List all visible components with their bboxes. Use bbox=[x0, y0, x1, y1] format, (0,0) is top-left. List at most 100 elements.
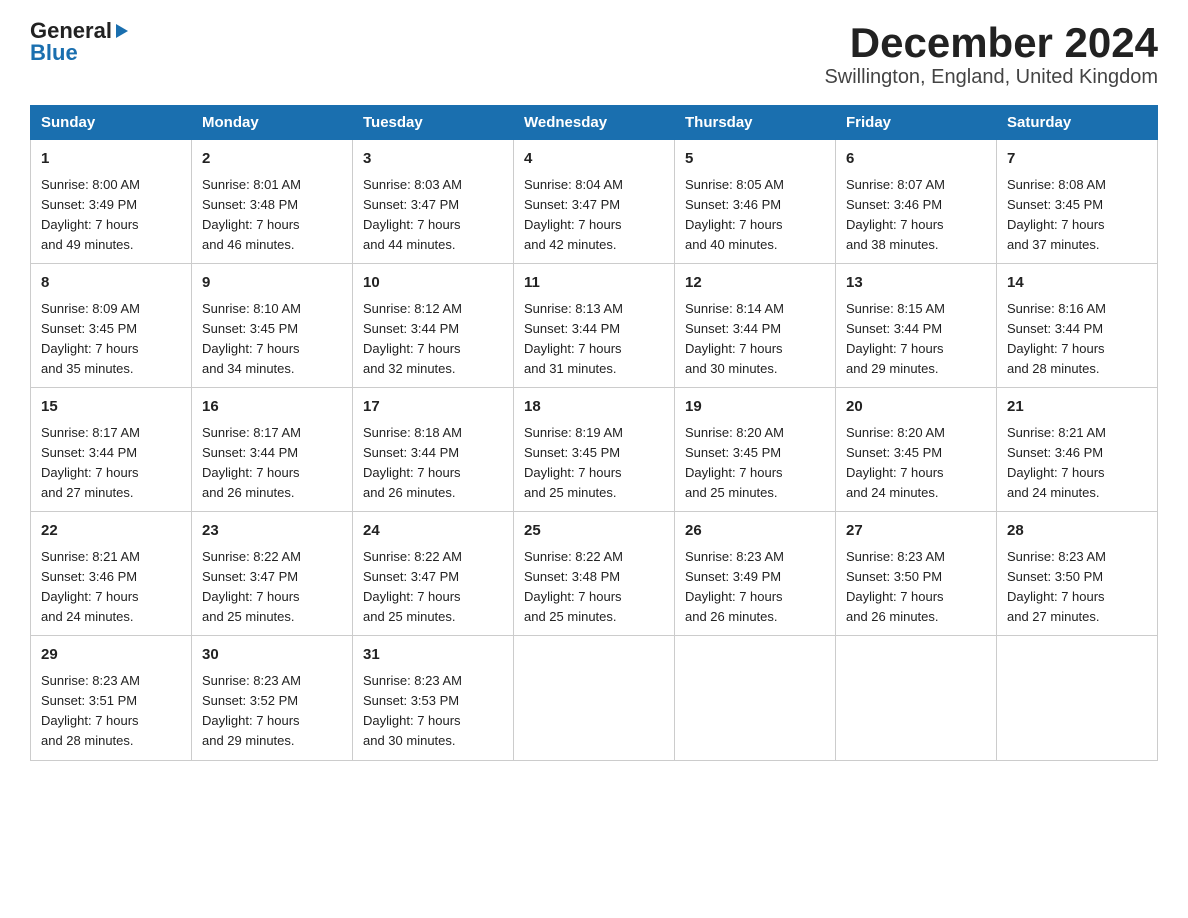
day-number: 28 bbox=[1007, 520, 1147, 543]
day-number: 1 bbox=[41, 148, 181, 171]
day-number: 3 bbox=[363, 148, 503, 171]
day-info: Sunrise: 8:20 AMSunset: 3:45 PMDaylight:… bbox=[685, 423, 825, 504]
calendar-cell: 28 Sunrise: 8:23 AMSunset: 3:50 PMDayligh… bbox=[997, 512, 1158, 636]
title-block: December 2024 Swillington, England, Unit… bbox=[824, 20, 1158, 89]
day-info: Sunrise: 8:23 AMSunset: 3:50 PMDaylight:… bbox=[846, 547, 986, 628]
day-number: 7 bbox=[1007, 148, 1147, 171]
day-info: Sunrise: 8:04 AMSunset: 3:47 PMDaylight:… bbox=[524, 175, 664, 256]
day-number: 26 bbox=[685, 520, 825, 543]
calendar-cell: 19 Sunrise: 8:20 AMSunset: 3:45 PMDayligh… bbox=[675, 388, 836, 512]
calendar-cell: 12Sunrise: 8:14 AMSunset: 3:44 PMDayligh… bbox=[675, 264, 836, 388]
day-info: Sunrise: 8:16 AMSunset: 3:44 PMDaylight:… bbox=[1007, 299, 1147, 380]
day-number: 21 bbox=[1007, 396, 1147, 419]
day-number: 30 bbox=[202, 644, 342, 667]
day-number: 15 bbox=[41, 396, 181, 419]
calendar-week-5: 29 Sunrise: 8:23 AMSunset: 3:51 PMDayligh… bbox=[31, 636, 1158, 760]
day-number: 2 bbox=[202, 148, 342, 171]
day-info: Sunrise: 8:18 AMSunset: 3:44 PMDaylight:… bbox=[363, 423, 503, 504]
day-info: Sunrise: 8:07 AMSunset: 3:46 PMDaylight:… bbox=[846, 175, 986, 256]
day-info: Sunrise: 8:23 AMSunset: 3:51 PMDaylight:… bbox=[41, 671, 181, 752]
header-cell-wednesday: Wednesday bbox=[514, 106, 675, 140]
day-number: 14 bbox=[1007, 272, 1147, 295]
page-title: December 2024 bbox=[824, 20, 1158, 66]
day-info: Sunrise: 8:22 AMSunset: 3:47 PMDaylight:… bbox=[363, 547, 503, 628]
day-info: Sunrise: 8:21 AMSunset: 3:46 PMDaylight:… bbox=[41, 547, 181, 628]
header-cell-monday: Monday bbox=[192, 106, 353, 140]
day-number: 23 bbox=[202, 520, 342, 543]
day-number: 8 bbox=[41, 272, 181, 295]
day-info: Sunrise: 8:10 AMSunset: 3:45 PMDaylight:… bbox=[202, 299, 342, 380]
calendar-cell: 17Sunrise: 8:18 AMSunset: 3:44 PMDayligh… bbox=[353, 388, 514, 512]
day-number: 4 bbox=[524, 148, 664, 171]
day-info: Sunrise: 8:13 AMSunset: 3:44 PMDaylight:… bbox=[524, 299, 664, 380]
calendar-cell: 3Sunrise: 8:03 AMSunset: 3:47 PMDaylight… bbox=[353, 140, 514, 264]
day-info: Sunrise: 8:01 AMSunset: 3:48 PMDaylight:… bbox=[202, 175, 342, 256]
calendar-cell: 29 Sunrise: 8:23 AMSunset: 3:51 PMDayligh… bbox=[31, 636, 192, 760]
calendar-cell: 5 Sunrise: 8:05 AMSunset: 3:46 PMDaylight… bbox=[675, 140, 836, 264]
calendar-week-1: 1 Sunrise: 8:00 AMSunset: 3:49 PMDaylight… bbox=[31, 140, 1158, 264]
calendar-cell: 27 Sunrise: 8:23 AMSunset: 3:50 PMDayligh… bbox=[836, 512, 997, 636]
day-number: 25 bbox=[524, 520, 664, 543]
calendar-cell: 11 Sunrise: 8:13 AMSunset: 3:44 PMDayligh… bbox=[514, 264, 675, 388]
day-info: Sunrise: 8:17 AMSunset: 3:44 PMDaylight:… bbox=[202, 423, 342, 504]
calendar-cell: 2 Sunrise: 8:01 AMSunset: 3:48 PMDaylight… bbox=[192, 140, 353, 264]
calendar-cell: 15 Sunrise: 8:17 AMSunset: 3:44 PMDayligh… bbox=[31, 388, 192, 512]
day-number: 24 bbox=[363, 520, 503, 543]
page-header: General Blue December 2024 Swillington, … bbox=[30, 20, 1158, 89]
calendar-cell bbox=[997, 636, 1158, 760]
day-info: Sunrise: 8:05 AMSunset: 3:46 PMDaylight:… bbox=[685, 175, 825, 256]
calendar-week-2: 8 Sunrise: 8:09 AMSunset: 3:45 PMDaylight… bbox=[31, 264, 1158, 388]
day-info: Sunrise: 8:00 AMSunset: 3:49 PMDaylight:… bbox=[41, 175, 181, 256]
day-number: 6 bbox=[846, 148, 986, 171]
calendar-cell: 1 Sunrise: 8:00 AMSunset: 3:49 PMDaylight… bbox=[31, 140, 192, 264]
day-number: 13 bbox=[846, 272, 986, 295]
calendar-cell: 4 Sunrise: 8:04 AMSunset: 3:47 PMDaylight… bbox=[514, 140, 675, 264]
calendar-week-3: 15 Sunrise: 8:17 AMSunset: 3:44 PMDayligh… bbox=[31, 388, 1158, 512]
day-info: Sunrise: 8:08 AMSunset: 3:45 PMDaylight:… bbox=[1007, 175, 1147, 256]
calendar-cell bbox=[514, 636, 675, 760]
page-subtitle: Swillington, England, United Kingdom bbox=[824, 66, 1158, 89]
day-info: Sunrise: 8:23 AMSunset: 3:52 PMDaylight:… bbox=[202, 671, 342, 752]
header-cell-saturday: Saturday bbox=[997, 106, 1158, 140]
logo-general: General bbox=[30, 20, 112, 42]
day-info: Sunrise: 8:12 AMSunset: 3:44 PMDaylight:… bbox=[363, 299, 503, 380]
day-info: Sunrise: 8:19 AMSunset: 3:45 PMDaylight:… bbox=[524, 423, 664, 504]
calendar-header: SundayMondayTuesdayWednesdayThursdayFrid… bbox=[31, 106, 1158, 140]
calendar-cell: 21 Sunrise: 8:21 AMSunset: 3:46 PMDayligh… bbox=[997, 388, 1158, 512]
calendar-cell bbox=[836, 636, 997, 760]
day-info: Sunrise: 8:15 AMSunset: 3:44 PMDaylight:… bbox=[846, 299, 986, 380]
day-info: Sunrise: 8:23 AMSunset: 3:50 PMDaylight:… bbox=[1007, 547, 1147, 628]
day-info: Sunrise: 8:22 AMSunset: 3:47 PMDaylight:… bbox=[202, 547, 342, 628]
calendar-cell: 18 Sunrise: 8:19 AMSunset: 3:45 PMDayligh… bbox=[514, 388, 675, 512]
header-cell-sunday: Sunday bbox=[31, 106, 192, 140]
day-number: 12 bbox=[685, 272, 825, 295]
calendar-cell: 8 Sunrise: 8:09 AMSunset: 3:45 PMDaylight… bbox=[31, 264, 192, 388]
day-number: 27 bbox=[846, 520, 986, 543]
calendar-cell: 22 Sunrise: 8:21 AMSunset: 3:46 PMDayligh… bbox=[31, 512, 192, 636]
calendar-cell: 23 Sunrise: 8:22 AMSunset: 3:47 PMDayligh… bbox=[192, 512, 353, 636]
calendar-cell: 6 Sunrise: 8:07 AMSunset: 3:46 PMDaylight… bbox=[836, 140, 997, 264]
logo: General Blue bbox=[30, 20, 130, 64]
calendar-cell: 25Sunrise: 8:22 AMSunset: 3:48 PMDayligh… bbox=[514, 512, 675, 636]
day-number: 11 bbox=[524, 272, 664, 295]
day-number: 5 bbox=[685, 148, 825, 171]
day-number: 18 bbox=[524, 396, 664, 419]
calendar-table: SundayMondayTuesdayWednesdayThursdayFrid… bbox=[30, 105, 1158, 760]
day-info: Sunrise: 8:21 AMSunset: 3:46 PMDaylight:… bbox=[1007, 423, 1147, 504]
calendar-week-4: 22 Sunrise: 8:21 AMSunset: 3:46 PMDayligh… bbox=[31, 512, 1158, 636]
day-info: Sunrise: 8:17 AMSunset: 3:44 PMDaylight:… bbox=[41, 423, 181, 504]
day-number: 29 bbox=[41, 644, 181, 667]
day-info: Sunrise: 8:20 AMSunset: 3:45 PMDaylight:… bbox=[846, 423, 986, 504]
day-number: 22 bbox=[41, 520, 181, 543]
day-number: 19 bbox=[685, 396, 825, 419]
logo-triangle-icon bbox=[112, 22, 130, 40]
header-cell-tuesday: Tuesday bbox=[353, 106, 514, 140]
calendar-cell: 10 Sunrise: 8:12 AMSunset: 3:44 PMDayligh… bbox=[353, 264, 514, 388]
day-number: 10 bbox=[363, 272, 503, 295]
calendar-cell: 31Sunrise: 8:23 AMSunset: 3:53 PMDayligh… bbox=[353, 636, 514, 760]
day-number: 16 bbox=[202, 396, 342, 419]
day-number: 20 bbox=[846, 396, 986, 419]
calendar-cell bbox=[675, 636, 836, 760]
calendar-cell: 24 Sunrise: 8:22 AMSunset: 3:47 PMDayligh… bbox=[353, 512, 514, 636]
day-info: Sunrise: 8:09 AMSunset: 3:45 PMDaylight:… bbox=[41, 299, 181, 380]
